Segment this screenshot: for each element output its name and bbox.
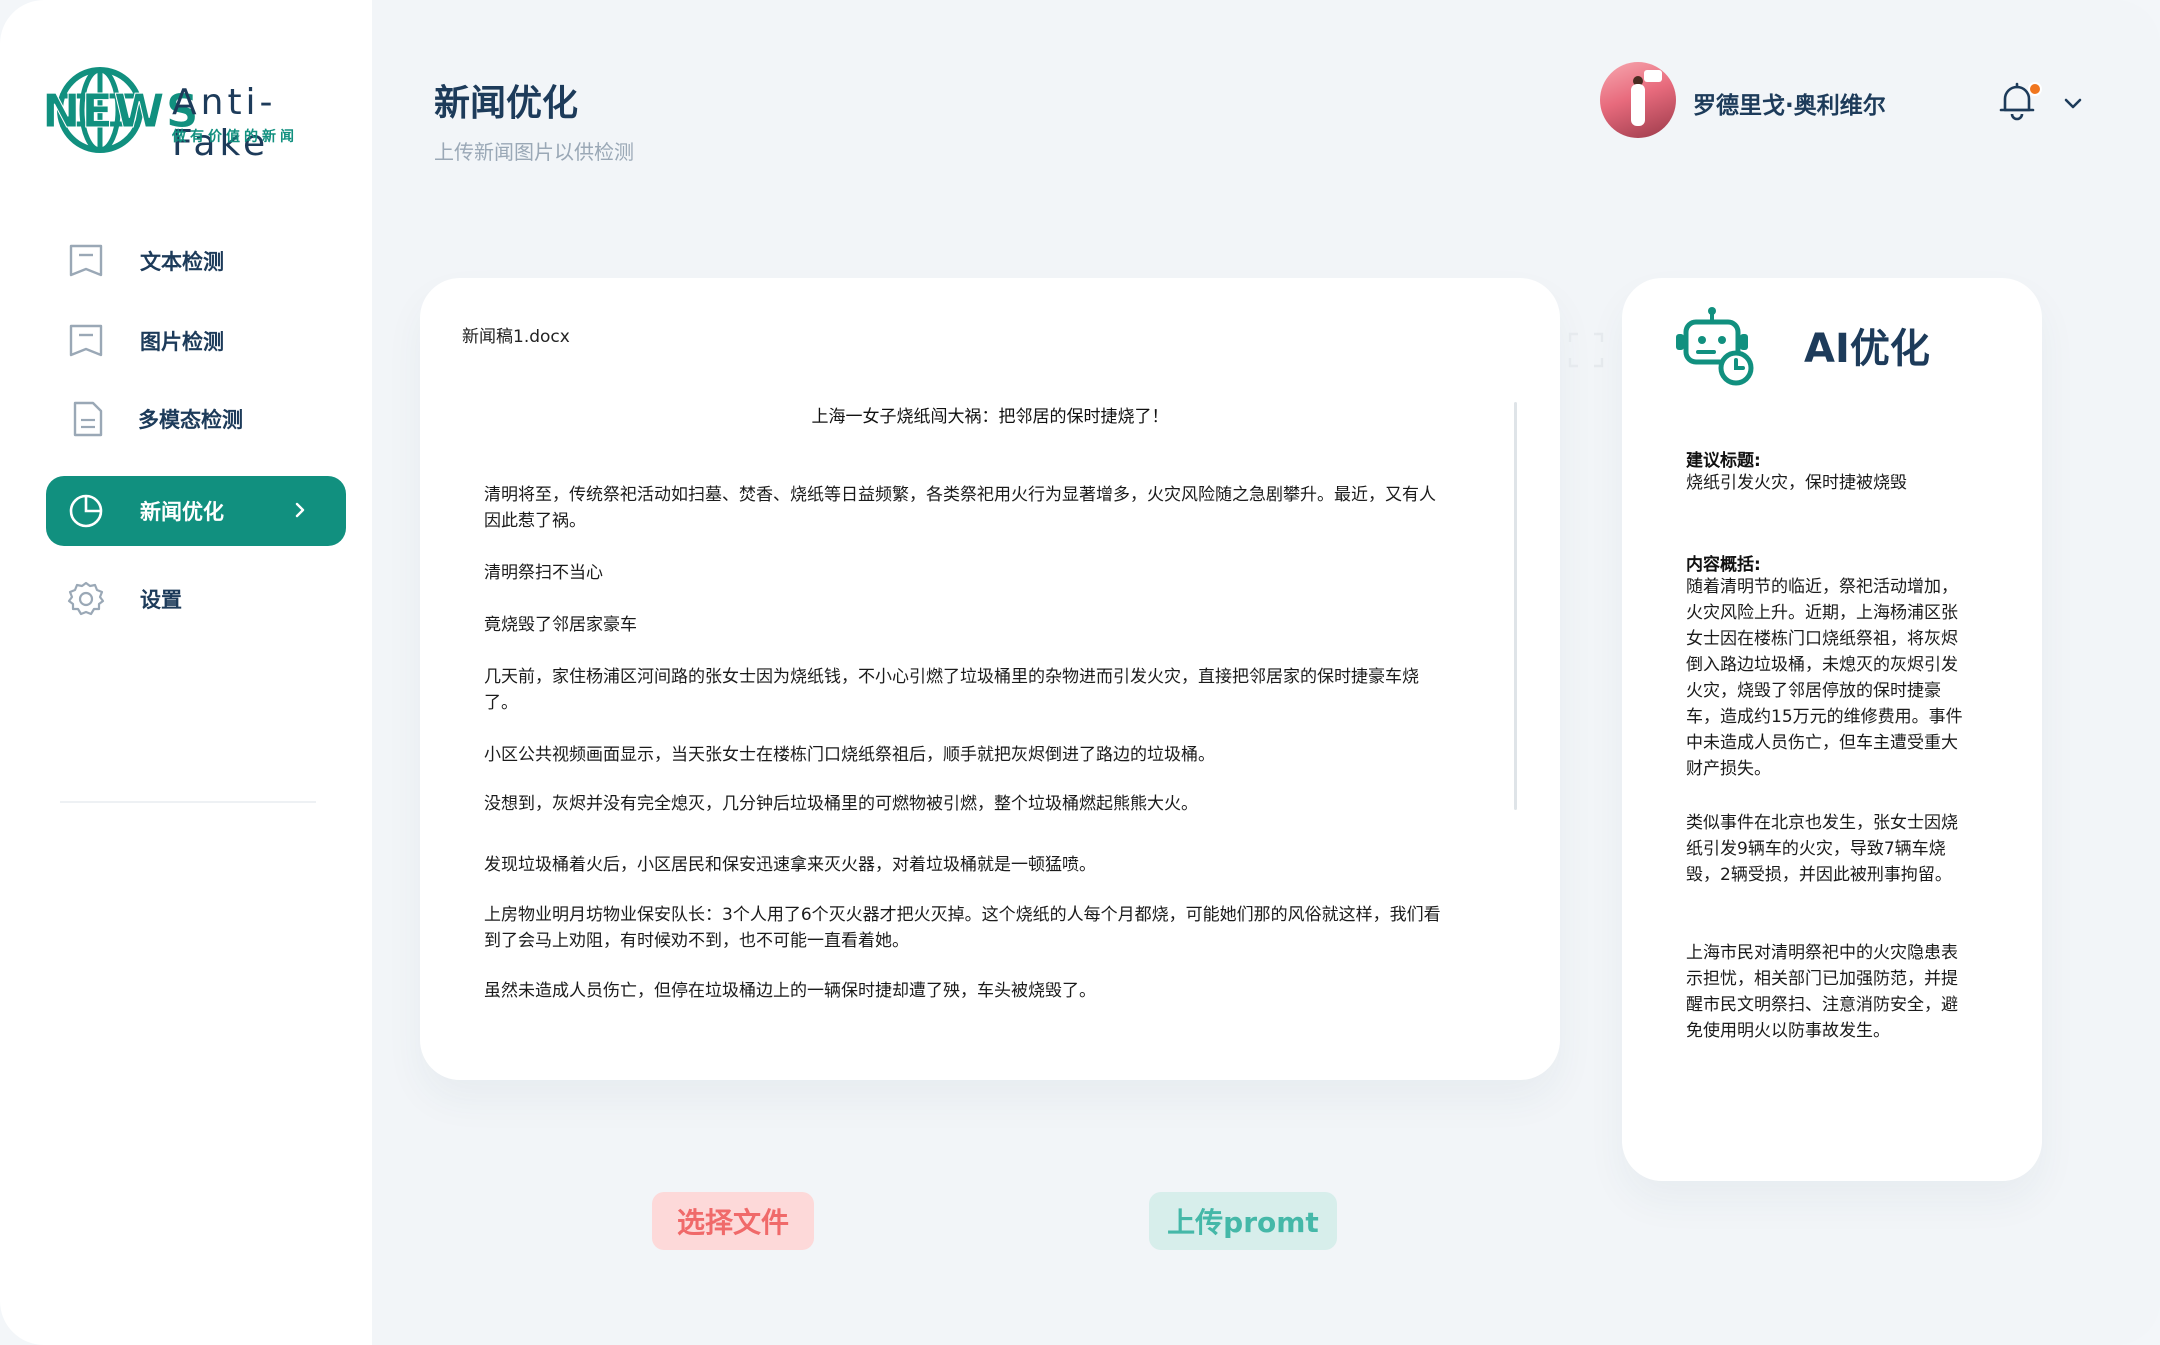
sidebar-item-label: 图片检测	[140, 330, 224, 354]
sidebar-item-settings[interactable]: 设置	[46, 564, 346, 634]
page-title: 新闻优化	[434, 83, 579, 124]
sidebar-item-label: 设置	[140, 588, 182, 612]
document-scrollbar[interactable]	[1514, 402, 1517, 810]
document-paragraph: 几天前，家住杨浦区河间路的张女士因为烧纸钱，不小心引燃了垃圾桶里的杂物进而引发火…	[484, 667, 1419, 713]
document-filename: 新闻稿1.docx	[462, 327, 570, 347]
avatar[interactable]	[1600, 62, 1676, 138]
chevron-right-icon	[295, 502, 305, 518]
chevron-down-icon[interactable]	[2060, 90, 2086, 116]
sidebar-item-label: 新闻优化	[140, 500, 224, 524]
file-icon	[68, 399, 108, 439]
document-paragraph: 发现垃圾桶着火后，小区居民和保安迅速拿来灭火器，对着垃圾桶就是一顿猛喷。	[484, 855, 1096, 875]
sidebar-item-news-optimization[interactable]: 新闻优化	[46, 476, 346, 546]
document-paragraph: 没想到，灰烬并没有完全熄灭，几分钟后垃圾桶里的可燃物被引燃，整个垃圾桶燃起熊熊大…	[484, 794, 1198, 814]
logo: NEWS Anti-Fake 做有价值的新闻	[40, 62, 370, 164]
sidebar-divider	[60, 801, 316, 803]
document-icon	[66, 241, 106, 281]
document-preview-card: 新闻稿1.docx 上海一女子烧纸闯大祸：把邻居的保时捷烧了！ 清明将至，传统祭…	[420, 278, 1560, 1080]
ai-card-title: AI优化	[1804, 326, 1930, 372]
select-file-button[interactable]: 选择文件	[652, 1192, 814, 1250]
app-window: NEWS Anti-Fake 做有价值的新闻 文本检测 图片检测 多模态检测 新…	[0, 0, 2160, 1345]
pie-chart-icon	[66, 491, 106, 531]
summary-paragraph: 类似事件在北京也发生，张女士因烧纸引发9辆车的火灾，导致7辆车烧毁，2辆受损，并…	[1686, 813, 1958, 885]
sidebar-item-label: 文本检测	[140, 250, 224, 274]
document-paragraph: 清明将至，传统祭祀活动如扫墓、焚香、烧纸等日益频繁，各类祭祀用火行为显著增多，火…	[484, 485, 1436, 531]
sidebar-item-text-detection[interactable]: 文本检测	[46, 226, 346, 296]
robot-icon	[1676, 307, 1754, 386]
summary-paragraph: 上海市民对清明祭祀中的火灾隐患表示担忧，相关部门已加强防范，并提醒市民文明祭扫、…	[1686, 943, 1958, 1041]
document-paragraph: 清明祭扫不当心	[484, 563, 603, 583]
user-area: 罗德里戈·奥利维尔	[1600, 62, 2120, 142]
page-subtitle: 上传新闻图片以供检测	[434, 140, 634, 164]
sidebar: NEWS Anti-Fake 做有价值的新闻 文本检测 图片检测 多模态检测 新…	[0, 0, 372, 1345]
brand-slogan: 做有价值的新闻	[172, 129, 298, 145]
user-name: 罗德里戈·奥利维尔	[1693, 93, 1886, 119]
notification-dot	[2028, 82, 2042, 96]
gear-icon	[66, 579, 106, 619]
brand-name: Anti-Fake	[172, 82, 277, 164]
summary-label: 内容概括:	[1686, 555, 1761, 575]
document-paragraph: 上房物业明月坊物业保安队长：3个人用了6个灭火器才把火灭掉。这个烧纸的人每个月都…	[484, 905, 1441, 951]
image-document-icon	[66, 321, 106, 361]
sidebar-item-image-detection[interactable]: 图片检测	[46, 306, 346, 376]
sidebar-item-multimodal-detection[interactable]: 多模态检测	[46, 384, 346, 454]
sidebar-item-label: 多模态检测	[138, 408, 243, 432]
upload-prompt-button[interactable]: 上传promt	[1149, 1192, 1337, 1250]
summary-paragraph: 随着清明节的临近，祭祀活动增加，火灾风险上升。近期，上海杨浦区张女士因在楼栋门口…	[1686, 577, 1963, 779]
suggested-title-label: 建议标题:	[1686, 451, 1761, 471]
document-paragraph: 小区公共视频画面显示，当天张女士在楼栋门口烧纸祭祖后，顺手就把灰烬倒进了路边的垃…	[484, 745, 1215, 765]
document-paragraph: 虽然未造成人员伤亡，但停在垃圾桶边上的一辆保时捷却遭了殃，车头被烧毁了。	[484, 981, 1096, 1001]
document-paragraph: 竟烧毁了邻居家豪车	[484, 615, 637, 635]
document-title: 上海一女子烧纸闯大祸：把邻居的保时捷烧了！	[811, 407, 1169, 427]
suggested-title: 烧纸引发火灾，保时捷被烧毁	[1686, 473, 1907, 493]
expand-icon[interactable]	[1566, 330, 1606, 370]
ai-optimization-card: AI优化 建议标题: 烧纸引发火灾，保时捷被烧毁 内容概括: 随着清明节的临近，…	[1622, 278, 2042, 1181]
